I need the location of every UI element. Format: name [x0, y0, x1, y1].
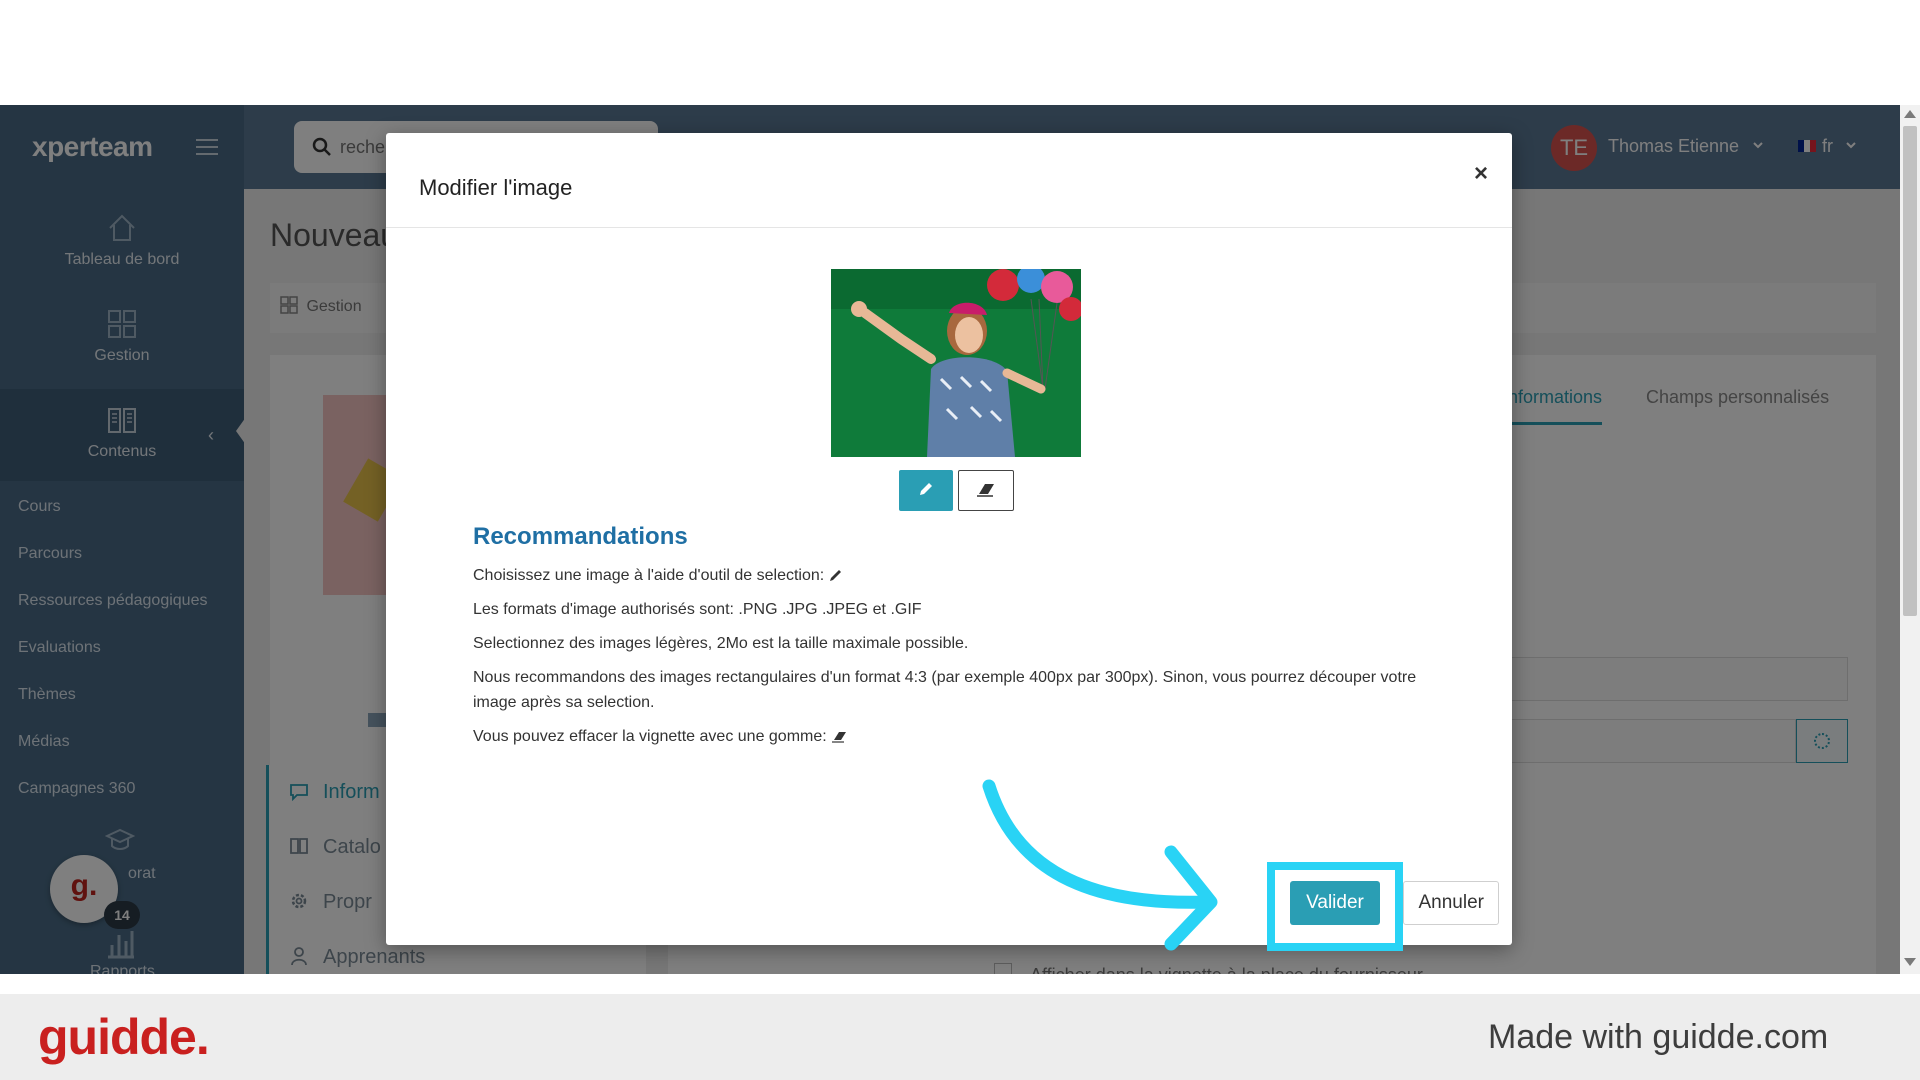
pencil-icon — [830, 570, 842, 581]
pencil-icon — [920, 483, 932, 495]
recommendation-item: Choisissez une image à l'aide d'outil de… — [473, 563, 1433, 588]
screenshot-stage: xperteam Tableau de bord Gestion Contenu… — [0, 0, 1920, 1080]
recommendation-item: Nous recommandons des images rectangulai… — [473, 669, 1417, 711]
guidde-logo: guidde. — [38, 1009, 210, 1065]
erase-image-button[interactable] — [958, 470, 1014, 511]
modal-title: Modifier l'image — [419, 175, 573, 200]
recommendations-list: Choisissez une image à l'aide d'outil de… — [473, 563, 1433, 758]
validate-button[interactable]: Valider — [1290, 881, 1380, 925]
cancel-button[interactable]: Annuler — [1403, 881, 1499, 925]
pointer-arrow-icon — [982, 779, 1218, 951]
scroll-down-icon[interactable] — [1904, 958, 1916, 966]
eraser-icon — [831, 732, 846, 743]
edit-image-button[interactable] — [899, 470, 953, 511]
scrollbar-thumb[interactable] — [1903, 126, 1917, 616]
edit-image-modal: Modifier l'image × Recommandations Chois… — [386, 133, 1512, 951]
top-margin — [0, 0, 1920, 105]
recommendation-item: Les formats d'image authorisés sont: .PN… — [473, 601, 922, 618]
eraser-icon — [977, 484, 994, 497]
scroll-up-icon[interactable] — [1904, 110, 1916, 118]
close-icon[interactable]: × — [1468, 159, 1494, 189]
recommendation-item: Selectionnez des images légères, 2Mo est… — [473, 635, 969, 652]
recommendation-item: Vous pouvez effacer la vignette avec une… — [473, 724, 1433, 749]
app-viewport: xperteam Tableau de bord Gestion Contenu… — [0, 105, 1900, 974]
made-with-text: Made with guidde.com — [1488, 1018, 1829, 1056]
recommendations-title: Recommandations — [473, 523, 688, 550]
modal-divider — [386, 227, 1512, 228]
image-preview — [831, 269, 1081, 457]
